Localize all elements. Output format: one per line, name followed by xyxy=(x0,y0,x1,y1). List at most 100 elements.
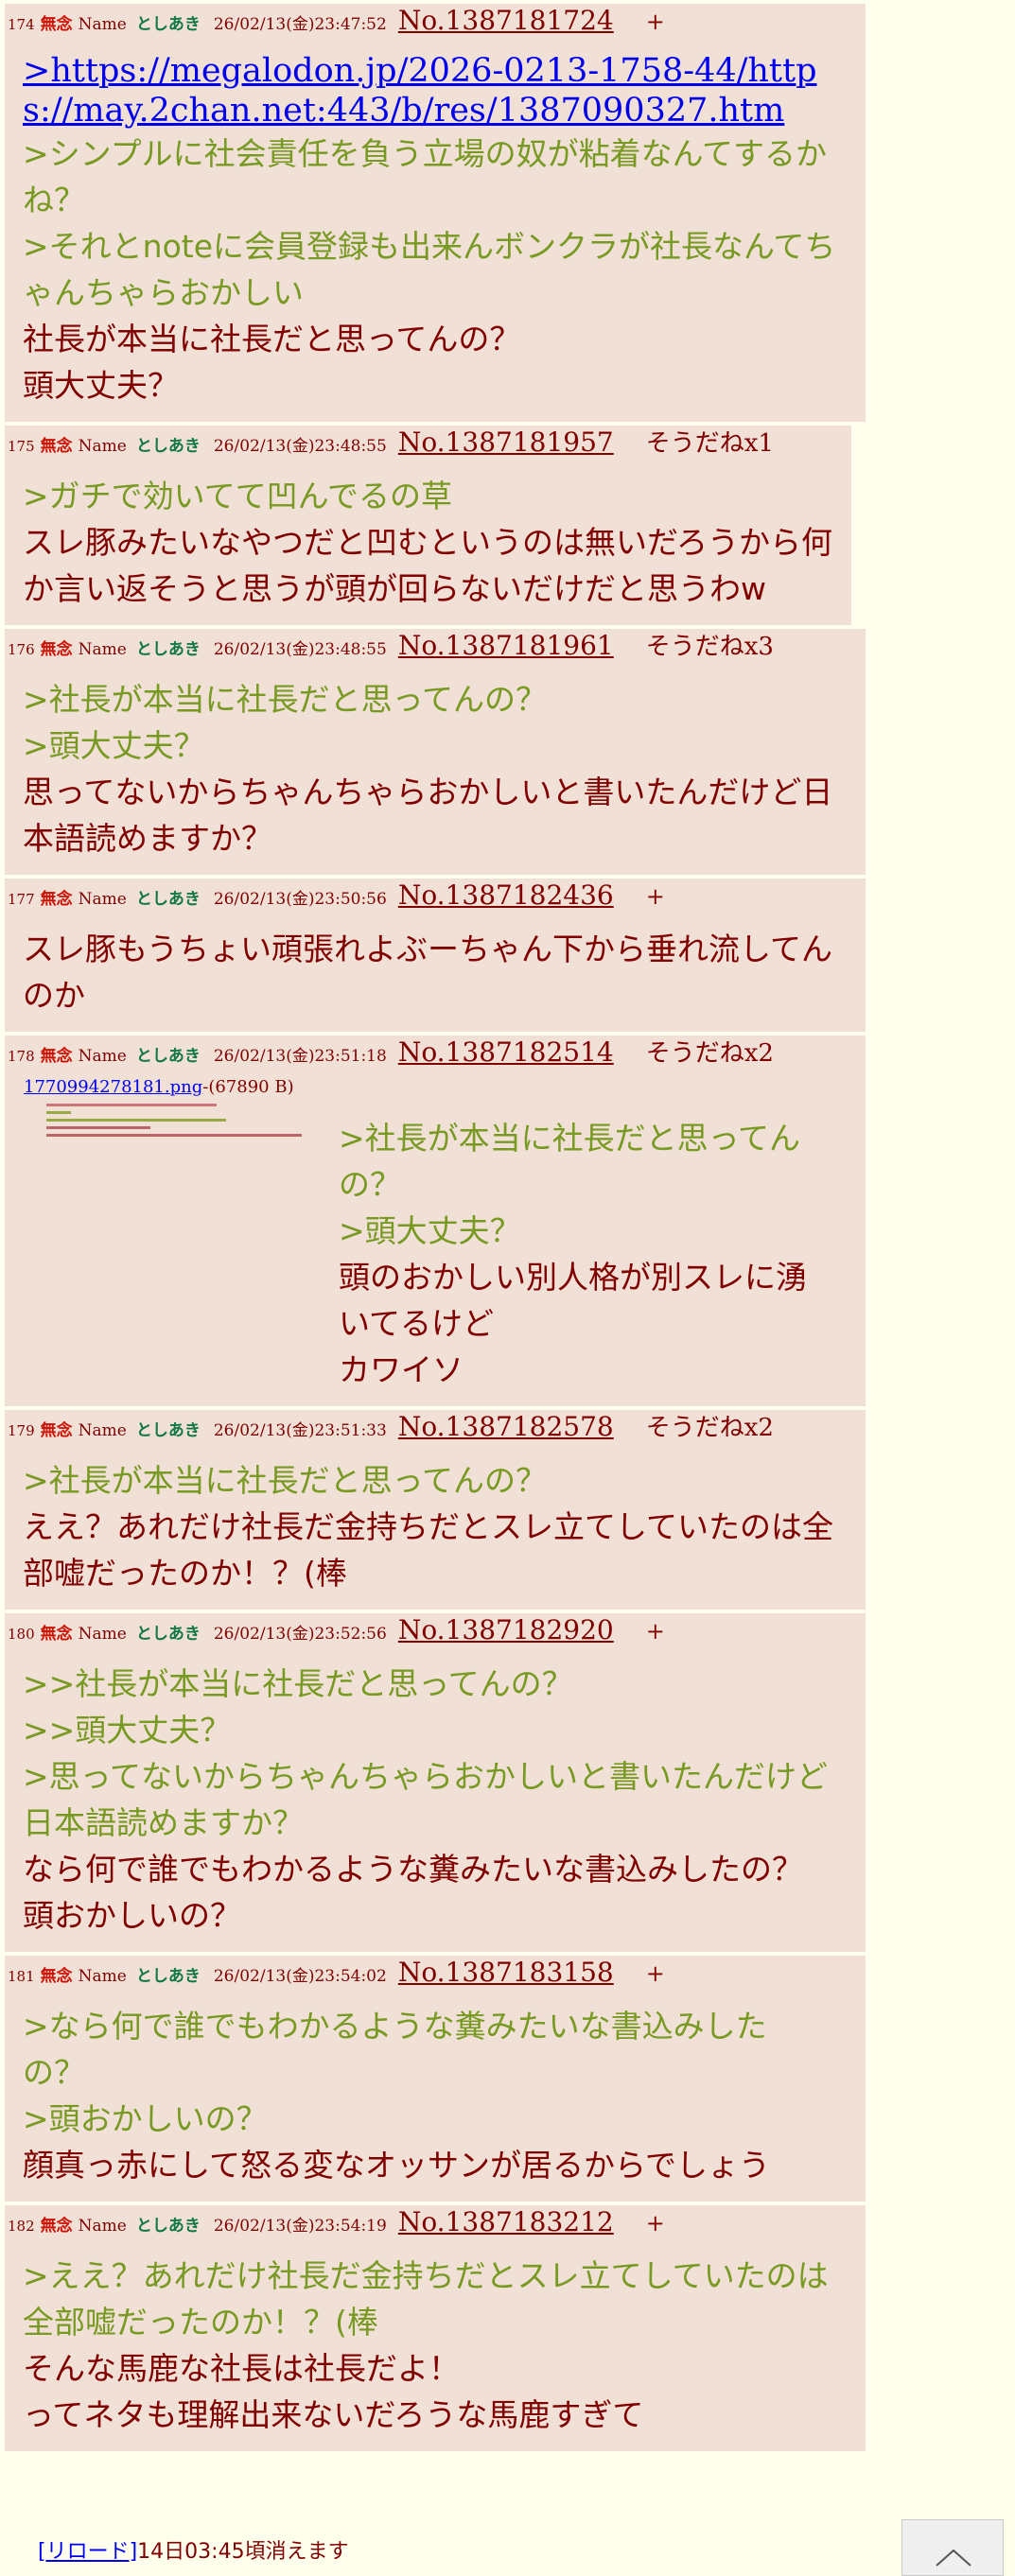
post-number: 181 xyxy=(8,1968,35,1985)
post: 175 無念 Name としあき 26/02/13(金)23:48:55 No.… xyxy=(5,426,851,625)
text-line: 顔真っ赤にして怒る変なオッサンが居るからでしょう xyxy=(23,2147,771,2184)
external-link[interactable]: >https://megalodon.jp/2026-0213-1758-44/… xyxy=(23,51,849,131)
sodane-button[interactable]: そうだねx2 xyxy=(646,1041,774,1066)
post-number: 176 xyxy=(8,641,35,658)
name-label: Name xyxy=(78,1625,127,1644)
post-number: 174 xyxy=(8,16,35,33)
post: 177 無念 Name としあき 26/02/13(金)23:50:56 No.… xyxy=(5,879,866,1032)
sodane-button[interactable]: + xyxy=(646,10,665,33)
post-date: 26/02/13(金)23:54:02 xyxy=(213,1967,387,1986)
quote-line: >社長が本当に社長だと思ってんの？ xyxy=(23,1462,548,1499)
post-date: 26/02/13(金)23:52:56 xyxy=(213,1625,387,1644)
poster-name: としあき xyxy=(135,437,201,456)
quote-line: >ええ？あれだけ社長だ金持ちだとスレ立てしていたのは全部嘘だったのか！？(棒 xyxy=(23,2257,829,2341)
thread: 174 無念 Name としあき 26/02/13(金)23:47:52 No.… xyxy=(5,4,866,2455)
post-subject: 無念 xyxy=(40,1625,73,1644)
post-no-link[interactable]: No.1387181961 xyxy=(398,633,614,659)
post-no-link[interactable]: No.1387182920 xyxy=(398,1617,614,1644)
post-header: 180 無念 Name としあき 26/02/13(金)23:52:56 No.… xyxy=(5,1613,866,1653)
name-label: Name xyxy=(78,437,127,456)
name-label: Name xyxy=(78,2217,127,2236)
reload-link[interactable]: [リロード] xyxy=(38,2540,137,2564)
post-body: >なら何で誰でもわかるような糞みたいな書込みしたの？ >頭おかしいの？ 顔真っ赤… xyxy=(5,1995,866,2188)
post-date: 26/02/13(金)23:50:56 xyxy=(213,890,387,909)
quote-line: >社長が本当に社長だと思ってんの？ xyxy=(339,1120,801,1203)
text-line: スレ豚みたいなやつだと凹むというのは無いだろうから何か言い返そうと思うが頭が回ら… xyxy=(23,524,833,607)
post-header: 175 無念 Name としあき 26/02/13(金)23:48:55 No.… xyxy=(5,426,851,465)
quote-line: >>社長が本当に社長だと思ってんの？ xyxy=(23,1665,573,1702)
post-no-link[interactable]: No.1387182436 xyxy=(398,882,614,909)
post-no-link[interactable]: No.1387183158 xyxy=(398,1959,614,1986)
text-line: ってネタも理解出来ないだろうな馬鹿すぎて xyxy=(23,2396,644,2433)
quote-line: >なら何で誰でもわかるような糞みたいな書込みしたの？ xyxy=(23,2008,767,2091)
post: 179 無念 Name としあき 26/02/13(金)23:51:33 No.… xyxy=(5,1410,866,1610)
post-number: 175 xyxy=(8,438,35,455)
post-body: >https://megalodon.jp/2026-0213-1758-44/… xyxy=(5,44,866,409)
post-date: 26/02/13(金)23:48:55 xyxy=(213,437,387,456)
post: 182 無念 Name としあき 26/02/13(金)23:54:19 No.… xyxy=(5,2205,866,2451)
poster-name: としあき xyxy=(135,15,201,34)
post-subject: 無念 xyxy=(40,1421,73,1440)
poster-name: としあき xyxy=(135,2217,201,2236)
sodane-button[interactable]: + xyxy=(646,2212,665,2235)
sodane-button[interactable]: そうだねx1 xyxy=(646,431,774,456)
post-header: 179 無念 Name としあき 26/02/13(金)23:51:33 No.… xyxy=(5,1410,866,1450)
chevron-up-icon xyxy=(936,2549,971,2567)
post-subject: 無念 xyxy=(40,640,73,659)
post-body: >社長が本当に社長だと思ってんの？ >頭大丈夫？ 頭のおかしい別人格が別スレに湧… xyxy=(339,1094,838,1393)
post-subject: 無念 xyxy=(40,437,73,456)
post-number: 177 xyxy=(8,891,35,908)
post-header: 178 無念 Name としあき 26/02/13(金)23:51:18 No.… xyxy=(5,1036,866,1075)
post: 181 無念 Name としあき 26/02/13(金)23:54:02 No.… xyxy=(5,1956,866,2202)
sodane-button[interactable]: + xyxy=(646,1620,665,1643)
post-body: スレ豚もうちょい頑張れよぶーちゃん下から垂れ流してんのか xyxy=(5,918,866,1018)
name-label: Name xyxy=(78,890,127,909)
name-label: Name xyxy=(78,1047,127,1066)
post-no-link[interactable]: No.1387183212 xyxy=(398,2209,614,2236)
post-subject: 無念 xyxy=(40,1967,73,1986)
quote-line: >社長が本当に社長だと思ってんの？ xyxy=(23,681,548,718)
sodane-button[interactable]: そうだねx2 xyxy=(646,1416,774,1440)
post-date: 26/02/13(金)23:51:33 xyxy=(213,1421,387,1440)
quote-line: >頭大丈夫？ xyxy=(23,727,205,764)
quote-line: >それとnoteに会員登録も出来んボンクラが社長なんてちゃんちゃらおかしい xyxy=(23,228,836,311)
post-content: >社長が本当に社長だと思ってんの？ >頭大丈夫？ 頭のおかしい別人格が別スレに湧… xyxy=(5,1094,866,1393)
quote-line: >頭おかしいの？ xyxy=(23,2100,268,2137)
post-subject: 無念 xyxy=(40,890,73,909)
text-line: カワイソ xyxy=(339,1351,464,1388)
post-no-link[interactable]: No.1387182578 xyxy=(398,1414,614,1440)
poster-name: としあき xyxy=(135,1967,201,1986)
image-thumbnail[interactable] xyxy=(46,1100,324,1166)
post: 178 無念 Name としあき 26/02/13(金)23:51:18 No.… xyxy=(5,1036,866,1406)
sodane-button[interactable]: そうだねx3 xyxy=(646,635,774,659)
file-link[interactable]: 1770994278181.png xyxy=(24,1077,202,1097)
post-date: 26/02/13(金)23:48:55 xyxy=(213,640,387,659)
post-body: >ええ？あれだけ社長だ金持ちだとスレ立てしていたのは全部嘘だったのか！？(棒 そ… xyxy=(5,2245,866,2438)
post-subject: 無念 xyxy=(40,15,73,34)
post-body: >ガチで効いてて凹んでるの草 スレ豚みたいなやつだと凹むというのは無いだろうから… xyxy=(5,465,851,612)
scroll-to-top-button[interactable] xyxy=(901,2519,1004,2576)
post-header: 174 無念 Name としあき 26/02/13(金)23:47:52 No.… xyxy=(5,4,866,44)
name-label: Name xyxy=(78,1967,127,1986)
sodane-button[interactable]: + xyxy=(646,1962,665,1985)
post-no-link[interactable]: No.1387181957 xyxy=(398,429,614,456)
text-line: 頭のおかしい別人格が別スレに湧いてるけど xyxy=(339,1259,807,1342)
sodane-button[interactable]: + xyxy=(646,885,665,908)
post-header: 176 無念 Name としあき 26/02/13(金)23:48:55 No.… xyxy=(5,629,866,669)
post-body: >社長が本当に社長だと思ってんの？ >頭大丈夫？ 思ってないからちゃんちゃらおか… xyxy=(5,669,866,862)
text-line: 頭大丈夫？ xyxy=(23,367,179,404)
post-date: 26/02/13(金)23:47:52 xyxy=(213,15,387,34)
name-label: Name xyxy=(78,1421,127,1440)
thread-footer: [リロード]14日03:45頃消えます xyxy=(38,2534,349,2565)
post-subject: 無念 xyxy=(40,2217,73,2236)
post-no-link[interactable]: No.1387181724 xyxy=(398,8,614,34)
post: 176 無念 Name としあき 26/02/13(金)23:48:55 No.… xyxy=(5,629,866,875)
text-line: 社長が本当に社長だと思ってんの？ xyxy=(23,321,521,357)
post-number: 182 xyxy=(8,2218,35,2235)
poster-name: としあき xyxy=(135,890,201,909)
quote-line: >頭大丈夫？ xyxy=(339,1212,521,1249)
poster-name: としあき xyxy=(135,640,201,659)
post-no-link[interactable]: No.1387182514 xyxy=(398,1039,614,1066)
post-header: 182 無念 Name としあき 26/02/13(金)23:54:19 No.… xyxy=(5,2205,866,2245)
post: 174 無念 Name としあき 26/02/13(金)23:47:52 No.… xyxy=(5,4,866,422)
